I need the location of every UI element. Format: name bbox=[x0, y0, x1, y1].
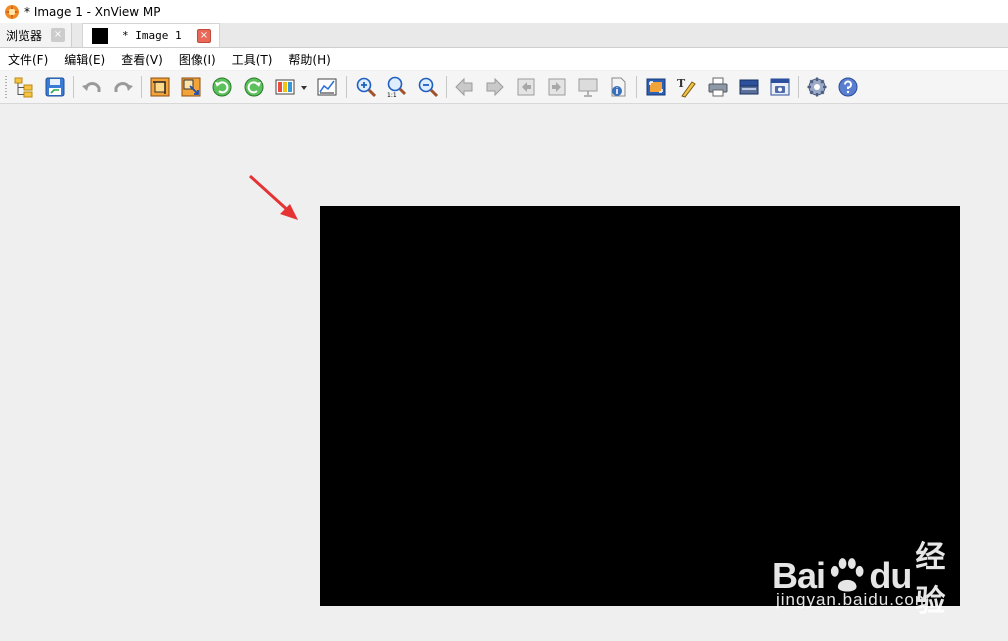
print-button[interactable] bbox=[706, 75, 730, 99]
red-annotation-arrow-icon bbox=[248, 174, 298, 220]
svg-text:1:1: 1:1 bbox=[387, 92, 397, 98]
zoom-out-button[interactable] bbox=[416, 75, 440, 99]
properties-icon bbox=[611, 77, 626, 97]
scan-button[interactable] bbox=[737, 75, 761, 99]
toolbar-separator bbox=[446, 76, 447, 98]
capture-icon bbox=[770, 78, 790, 96]
settings-button[interactable] bbox=[805, 75, 829, 99]
window-title: * Image 1 - XnView MP bbox=[24, 4, 161, 19]
help-button[interactable] bbox=[836, 75, 860, 99]
rotate-right-button[interactable] bbox=[242, 75, 266, 99]
first-image-button[interactable] bbox=[514, 75, 538, 99]
menu-view[interactable]: 查看(V) bbox=[113, 51, 171, 68]
menu-file[interactable]: 文件(F) bbox=[0, 51, 56, 68]
xnview-logo-icon bbox=[5, 4, 19, 19]
adjust-colors-button[interactable] bbox=[273, 75, 297, 99]
zoom-1to1-button[interactable]: 1:1 bbox=[385, 75, 409, 99]
fullscreen-icon bbox=[646, 78, 666, 96]
crop-icon bbox=[150, 77, 170, 97]
properties-button[interactable] bbox=[606, 75, 630, 99]
next-icon bbox=[486, 77, 504, 97]
previous-button[interactable] bbox=[452, 75, 476, 99]
adjust-dropdown-button[interactable] bbox=[298, 75, 310, 99]
save-icon bbox=[45, 77, 65, 97]
toolbar-grip[interactable] bbox=[5, 76, 7, 98]
print-icon bbox=[708, 77, 728, 97]
baidu-jingyan-watermark: Bai du 经验 jingyan.baidu.com bbox=[772, 532, 962, 619]
browser-tree-button[interactable] bbox=[12, 75, 36, 99]
zoom-out-icon bbox=[418, 77, 439, 98]
last-image-button[interactable] bbox=[545, 75, 569, 99]
watermark-url: jingyan.baidu.com bbox=[776, 590, 931, 609]
levels-button[interactable] bbox=[315, 75, 339, 99]
tab-image-1-label: * Image 1 bbox=[122, 29, 182, 42]
add-text-icon: T bbox=[677, 77, 696, 98]
zoom-in-icon bbox=[356, 77, 377, 98]
adjust-colors-icon bbox=[275, 79, 295, 95]
last-image-icon bbox=[548, 78, 566, 96]
capture-button[interactable] bbox=[768, 75, 792, 99]
svg-text:T: T bbox=[677, 77, 686, 90]
first-image-icon bbox=[517, 78, 535, 96]
toolbar-separator bbox=[636, 76, 637, 98]
slideshow-button[interactable] bbox=[576, 75, 600, 99]
toolbar: 1:1 T bbox=[0, 71, 1008, 104]
next-button[interactable] bbox=[483, 75, 507, 99]
menu-edit[interactable]: 编辑(E) bbox=[56, 51, 113, 68]
redo-button[interactable] bbox=[111, 75, 135, 99]
settings-icon bbox=[807, 77, 827, 97]
toolbar-separator bbox=[346, 76, 347, 98]
tab-bar: 浏览器 × * Image 1 × bbox=[0, 23, 1008, 48]
resize-icon bbox=[181, 77, 201, 97]
undo-button[interactable] bbox=[80, 75, 104, 99]
undo-icon bbox=[82, 82, 101, 92]
resize-button[interactable] bbox=[179, 75, 203, 99]
redo-icon bbox=[114, 82, 133, 92]
rotate-left-button[interactable] bbox=[210, 75, 234, 99]
tab-browser-close-icon[interactable]: × bbox=[51, 28, 65, 42]
save-button[interactable] bbox=[43, 75, 67, 99]
crop-button[interactable] bbox=[148, 75, 172, 99]
menu-tools[interactable]: 工具(T) bbox=[224, 51, 281, 68]
slideshow-icon bbox=[578, 78, 598, 97]
zoom-in-button[interactable] bbox=[354, 75, 378, 99]
image-thumbnail-icon bbox=[92, 27, 108, 44]
menu-help[interactable]: 帮助(H) bbox=[280, 51, 338, 68]
browser-tree-icon bbox=[14, 77, 33, 98]
help-icon bbox=[838, 77, 858, 97]
add-text-button[interactable]: T bbox=[675, 75, 699, 99]
rotate-right-icon bbox=[244, 77, 264, 97]
tab-browser[interactable]: 浏览器 × bbox=[0, 23, 72, 47]
fullscreen-button[interactable] bbox=[644, 75, 668, 99]
toolbar-separator bbox=[798, 76, 799, 98]
tab-browser-label: 浏览器 bbox=[6, 28, 43, 43]
scan-icon bbox=[739, 79, 759, 95]
rotate-left-icon bbox=[212, 77, 232, 97]
tab-image-1[interactable]: * Image 1 × bbox=[82, 23, 220, 47]
toolbar-separator bbox=[141, 76, 142, 98]
menu-image[interactable]: 图像(I) bbox=[171, 51, 224, 68]
title-bar: * Image 1 - XnView MP bbox=[0, 0, 1008, 23]
tab-image-1-close-icon[interactable]: × bbox=[197, 29, 211, 43]
toolbar-separator bbox=[73, 76, 74, 98]
previous-icon bbox=[455, 77, 473, 97]
menu-bar: 文件(F) 编辑(E) 查看(V) 图像(I) 工具(T) 帮助(H) bbox=[0, 48, 1008, 70]
dropdown-arrow-icon bbox=[301, 86, 307, 90]
levels-icon bbox=[317, 78, 337, 96]
zoom-1to1-icon: 1:1 bbox=[387, 76, 407, 98]
